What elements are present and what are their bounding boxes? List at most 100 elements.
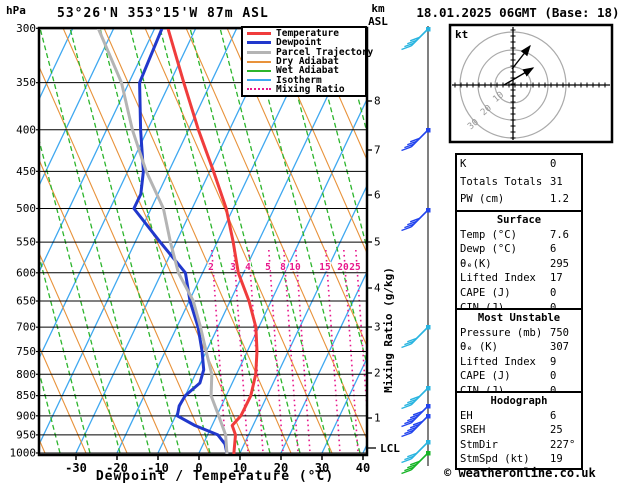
wind-barb [401,325,431,349]
table-row-value: 17 [550,272,563,285]
mixing-ratio-value-label: 15 [319,262,331,273]
pressure-tick-label: 550 [16,236,36,249]
table-row-label: StmSpd (kt) [460,453,530,466]
wet-adiabat-line [40,29,151,454]
legend-item: Mixing Ratio [247,85,365,94]
table-row-label: CAPE (J) [460,286,511,299]
table-row-label: Lifted Index [460,355,536,368]
info-table-hodograph-stats: Hodograph EH 6 SREH 25 StmDir 227° StmSpd (kt) 1… [455,391,583,470]
legend-swatch-wet-adiabat [247,69,271,72]
legend-swatch-isotherm [247,79,271,82]
pressure-tick-label: 450 [16,165,36,178]
hodograph-unit-label: kt [455,28,468,41]
pressure-tick-label: 700 [16,321,36,334]
info-table-most-unstable: Most Unstable Pressure (mb) 750 θₑ (K) 307 Li… [455,308,583,402]
table-row-value: 6 [550,243,557,256]
wet-adiabat-line [129,29,241,454]
table-row-value: 0 [550,370,557,383]
table-row-value: 9 [550,355,557,368]
table-header: Hodograph [490,395,548,407]
table-row-value: 307 [550,341,569,354]
mixing-ratio-value-label: 4 [245,262,251,273]
isotherm-line [40,29,74,99]
info-table-indices: K 0 Totals Totals 31 PW (cm) 1.2 [455,153,583,212]
copyright-text: © weatheronline.co.uk [444,466,596,480]
table-row: StmDir 227° [460,438,578,453]
altitude-tick-label: 2 [374,367,381,380]
table-row-label: Totals Totals [460,175,543,188]
legend-label: Wet Adiabat [276,65,339,77]
table-header: Most Unstable [477,312,561,324]
wind-barb-column [401,26,431,475]
altitude-tick-label: 6 [374,189,381,202]
table-row-value: 25 [550,424,563,437]
table-row: Dewp (°C) 6 [460,242,578,257]
pressure-tick-label: 400 [16,123,36,136]
hodograph-panel: 102030kt [448,23,614,144]
table-row: Totals Totals 31 [460,174,578,192]
table-row: CAPE (J) 0 [460,286,578,301]
dry-adiabat-line [0,28,4,453]
table-row-label: θₑ(K) [460,257,492,270]
table-row-value: 0 [550,286,557,299]
table-row: SREH 25 [460,423,578,438]
pressure-tick-label: 750 [16,345,36,358]
table-row-label: θₑ (K) [460,341,498,354]
legend-label: Mixing Ratio [276,83,345,95]
mixing-ratio-value-label: 5 [265,262,271,273]
table-header: Surface [496,214,542,226]
table-row: CAPE (J) 0 [460,369,578,384]
table-row-label: CAPE (J) [460,370,511,383]
dry-adiabat-line [40,67,210,454]
table-row: Lifted Index 17 [460,271,578,286]
table-row-value: 750 [550,326,569,339]
table-row: θₑ (K) 307 [460,340,578,355]
table-row: Pressure (mb) 750 [460,326,578,341]
table-row: Lifted Index 9 [460,355,578,370]
mixing-ratio-value-label: 3 [230,262,236,273]
table-row-value: 7.6 [550,228,569,241]
mixing-ratio-value-label: 8 [280,262,286,273]
lcl-label: LCL [380,442,400,455]
table-row-label: K [460,158,467,170]
table-row-label: StmDir [460,438,498,451]
legend-swatch-temperature [247,32,271,36]
mixing-ratio-labels: 2 3 4 5 8 10 15 20 25 [207,261,362,275]
pressure-axis-unit: hPa [6,4,26,17]
table-row-value: 1.2 [550,193,569,205]
table-row-label: Pressure (mb) [460,326,543,339]
pressure-tick-label: 500 [16,202,36,215]
pressure-tick-label: 350 [16,76,36,89]
legend-box: Temperature Dewpoint Parcel Trajectory Dry … [241,26,373,98]
table-row-label: Dewp (°C) [460,243,517,256]
table-row-value: 0 [550,158,557,170]
dry-adiabat-line [62,29,251,454]
altitude-tick-label: 7 [374,144,381,157]
table-row: StmSpd (kt) 19 [460,452,578,467]
table-row-value: 31 [550,175,563,188]
altitude-tick-label: 5 [374,236,381,249]
table-row: K0 [460,156,578,174]
legend-swatch-parcel-trajectory [247,50,271,54]
info-table-surface: Surface Temp (°C) 7.6 Dewp (°C) 6 θₑ(K) 295 Lif… [455,210,583,319]
altitude-tick-label: 1 [374,412,381,425]
station-title: 53°26'N 353°15'W 87m ASL [57,6,269,21]
legend-swatch-mixing-ratio [247,88,271,91]
table-row-label: PW (cm) [460,193,505,205]
wind-barb [401,128,431,152]
pressure-tick-label: 900 [16,409,36,422]
mixing-ratio-value-label: 25 [349,262,361,273]
table-row: PW (cm) 1.2 [460,191,578,209]
table-row-label: Lifted Index [460,272,536,285]
pressure-tick-label: 850 [16,389,36,402]
legend-swatch-dry-adiabat [247,60,271,63]
altitude-tick-label: 4 [374,282,381,295]
table-row-label: Temp (°C) [460,228,517,241]
altitude-axis-unit-km: km [371,2,385,15]
table-row-label: SREH [460,424,486,437]
pressure-tick-label: 300 [16,22,36,35]
altitude-axis-unit: km ASL [362,2,394,28]
mixing-ratio-value-label: 2 [208,262,214,273]
table-row-value: 19 [550,453,563,466]
table-row-value: 295 [550,257,569,270]
